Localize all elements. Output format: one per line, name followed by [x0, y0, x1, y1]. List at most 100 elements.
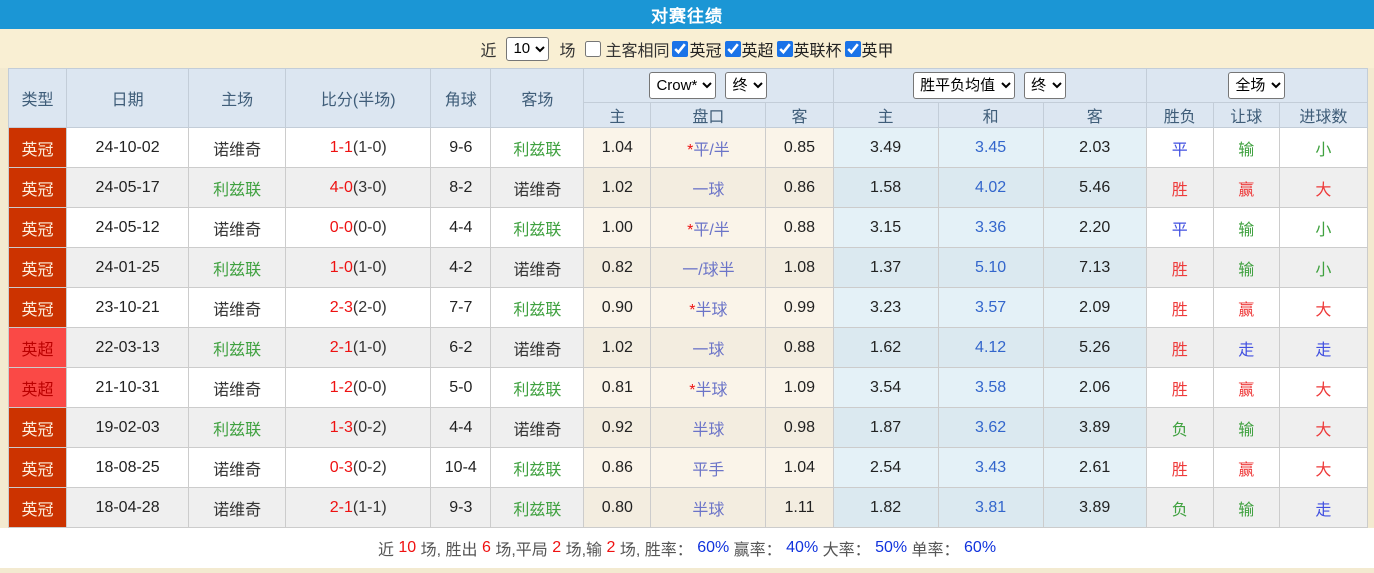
bookmaker-select[interactable]: Crow*	[649, 72, 717, 99]
scope-group-header: 全场	[1145, 68, 1369, 103]
home-team: 利兹联	[188, 167, 287, 208]
corners: 9-3	[430, 487, 492, 528]
league-checkbox[interactable]	[776, 40, 793, 57]
avg-draw-odds: 3.45	[937, 127, 1044, 168]
league-filter-英冠[interactable]: 英冠	[672, 37, 722, 61]
score: 0-3(0-2)	[285, 447, 432, 488]
avg-away-odds: 2.06	[1042, 367, 1147, 408]
odds-home: 0.82	[583, 247, 652, 288]
result-goals: 小	[1278, 247, 1369, 288]
league-checkbox[interactable]	[844, 40, 861, 57]
avg-draw-odds: 3.62	[937, 407, 1044, 448]
league-badge: 英冠	[7, 287, 68, 328]
avg-home-odds: 3.15	[832, 207, 939, 248]
home-team: 利兹联	[188, 247, 287, 288]
away-team: 利兹联	[490, 487, 585, 528]
summary-segment: 场, 胜率：	[615, 542, 698, 559]
home-team: 诺维奇	[188, 487, 287, 528]
page-title: 对赛往绩	[0, 0, 1374, 29]
odds-away: 0.86	[765, 167, 834, 208]
scope-select[interactable]: 全场	[1228, 72, 1286, 99]
subcol-crow-away: 客	[765, 102, 834, 128]
subcol-goals: 进球数	[1278, 102, 1369, 128]
odds-home: 0.90	[583, 287, 652, 328]
away-team: 诺维奇	[490, 247, 585, 288]
games-label: 场	[559, 42, 576, 60]
odds-away: 1.09	[765, 367, 834, 408]
league-badge: 英冠	[7, 487, 68, 528]
avg-odds-select[interactable]: 胜平负均值	[913, 72, 1016, 99]
bookmaker-period-select[interactable]: 终	[725, 72, 768, 99]
summary-segment: 场, 胜出	[416, 542, 482, 559]
table-row: 英冠 24-10-02 诺维奇 1-1(1-0) 9-6 利兹联 1.04 *平/半 0.85 3…	[7, 127, 1369, 168]
table-row: 英冠 24-05-12 诺维奇 0-0(0-0) 4-4 利兹联 1.00 *平/半 0.88 3…	[7, 207, 1369, 248]
odds-home: 1.00	[583, 207, 652, 248]
match-date: 21-10-31	[66, 367, 190, 408]
away-team: 利兹联	[490, 127, 585, 168]
avg-period-select[interactable]: 终	[1024, 72, 1067, 99]
near-count-select[interactable]: 10	[506, 36, 550, 61]
handicap-line: 半球	[650, 407, 767, 448]
same-venue-label: 主客相同	[605, 42, 670, 60]
odds-away: 0.99	[765, 287, 834, 328]
corners: 4-4	[430, 407, 492, 448]
match-date: 24-05-17	[66, 167, 190, 208]
result-goals: 大	[1278, 167, 1369, 208]
summary-segment: 6	[482, 539, 491, 556]
result-handicap: 走	[1212, 327, 1280, 368]
table-row: 英冠 18-04-28 诺维奇 2-1(1-1) 9-3 利兹联 0.80 半球 1.11 1.8…	[7, 487, 1369, 528]
odds-home: 0.81	[583, 367, 652, 408]
home-team: 诺维奇	[188, 127, 287, 168]
corners: 8-2	[430, 167, 492, 208]
table-row: 英冠 23-10-21 诺维奇 2-3(2-0) 7-7 利兹联 0.90 *半球 0.99 3.…	[7, 287, 1369, 328]
summary-segment: 60%	[964, 539, 997, 556]
result-goals: 小	[1278, 127, 1369, 168]
avg-home-odds: 3.23	[832, 287, 939, 328]
odds-away: 0.85	[765, 127, 834, 168]
away-team: 诺维奇	[490, 327, 585, 368]
same-venue-checkbox[interactable]	[585, 40, 602, 57]
score: 2-1(1-0)	[285, 327, 432, 368]
handicap-group-header: Crow* 终	[583, 68, 834, 103]
corners: 4-2	[430, 247, 492, 288]
odds-home: 0.80	[583, 487, 652, 528]
league-filter-英联杯[interactable]: 英联杯	[776, 37, 842, 61]
avg-home-odds: 3.49	[832, 127, 939, 168]
summary-segment: 场,输	[561, 542, 607, 559]
handicap-line: 半球	[650, 487, 767, 528]
league-badge: 英冠	[7, 127, 68, 168]
subcol-avg-away: 客	[1042, 102, 1147, 128]
subcol-avg-draw: 和	[937, 102, 1044, 128]
same-venue-filter[interactable]: 主客相同	[585, 37, 669, 61]
odds-home: 1.04	[583, 127, 652, 168]
league-filter-英超[interactable]: 英超	[724, 37, 774, 61]
h2h-table: 类型 日期 主场 比分(半场) 角球 客场 Crow* 终 胜平负均值 终 全场…	[7, 68, 1369, 528]
home-team: 诺维奇	[188, 367, 287, 408]
home-team: 诺维奇	[188, 287, 287, 328]
away-team: 利兹联	[490, 367, 585, 408]
result-wdl: 胜	[1145, 367, 1214, 408]
avg-odds-group-header: 胜平负均值 终	[832, 68, 1147, 103]
league-checkbox[interactable]	[724, 40, 741, 57]
result-handicap: 赢	[1212, 287, 1280, 328]
result-goals: 大	[1278, 287, 1369, 328]
avg-away-odds: 2.20	[1042, 207, 1147, 248]
league-badge: 英冠	[7, 447, 68, 488]
match-date: 24-10-02	[66, 127, 190, 168]
avg-draw-odds: 4.02	[937, 167, 1044, 208]
odds-away: 1.11	[765, 487, 834, 528]
table-row: 英冠 18-08-25 诺维奇 0-3(0-2) 10-4 利兹联 0.86 平手 1.04 2.…	[7, 447, 1369, 488]
odds-home: 0.86	[583, 447, 652, 488]
avg-draw-odds: 3.36	[937, 207, 1044, 248]
league-checkbox[interactable]	[672, 40, 689, 57]
summary-segment: 2	[606, 539, 616, 556]
odds-home: 1.02	[583, 167, 652, 208]
result-handicap: 输	[1212, 207, 1280, 248]
league-filter-英甲[interactable]: 英甲	[844, 37, 894, 61]
score: 2-1(1-1)	[285, 487, 432, 528]
match-date: 23-10-21	[66, 287, 190, 328]
score: 1-3(0-2)	[285, 407, 432, 448]
corners: 6-2	[430, 327, 492, 368]
table-row: 英冠 19-02-03 利兹联 1-3(0-2) 4-4 诺维奇 0.92 半球 0.98 1.8…	[7, 407, 1369, 448]
handicap-line: 平手	[650, 447, 767, 488]
